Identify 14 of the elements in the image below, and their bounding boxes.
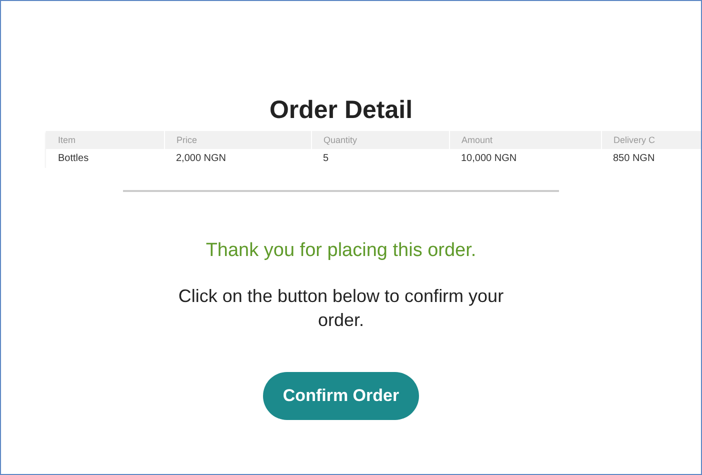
thank-you-message: Thank you for placing this order. — [206, 240, 476, 262]
table-cell: Bottles — [46, 149, 164, 168]
column-header: Quantity — [311, 131, 449, 149]
page-title: Order Detail — [269, 96, 413, 125]
column-header: Price — [164, 131, 311, 149]
column-header: Amount — [449, 131, 601, 149]
column-header: Item — [46, 131, 164, 149]
column-header: Delivery C — [601, 131, 701, 149]
table-cell: 2,000 NGN — [164, 149, 311, 168]
table-cell: 850 NGN — [601, 149, 701, 168]
table-cell: 10,000 NGN — [449, 149, 601, 168]
confirm-order-button[interactable]: Confirm Order — [262, 372, 420, 420]
instruction-text: Click on the button below to confirm your order. — [177, 285, 505, 332]
table-cell: 5 — [311, 149, 449, 168]
